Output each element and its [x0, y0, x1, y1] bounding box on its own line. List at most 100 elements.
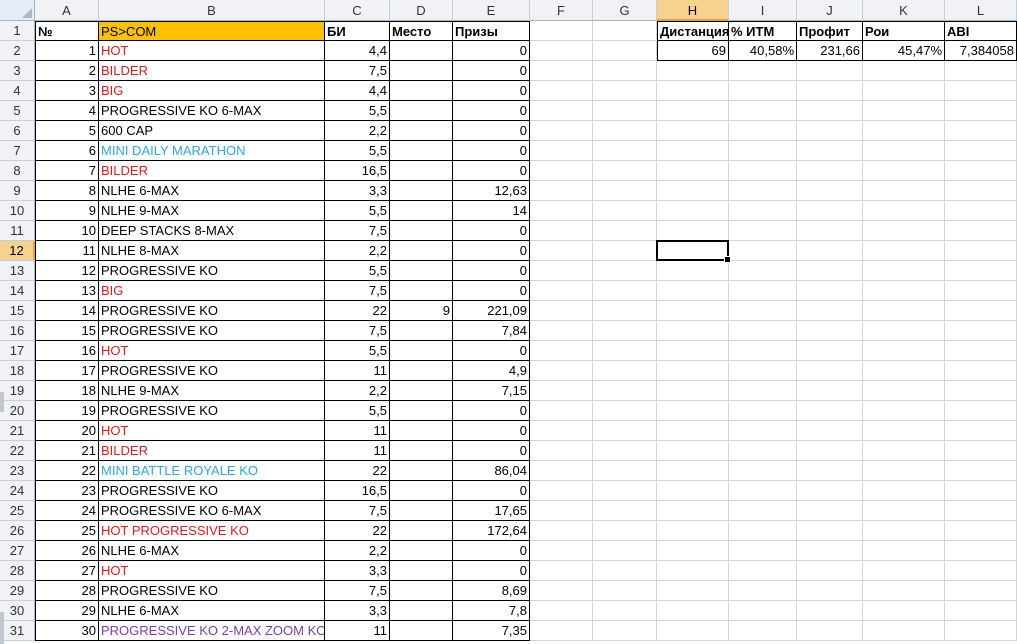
- cell-place[interactable]: [390, 281, 453, 301]
- cell-g23[interactable]: [593, 461, 657, 481]
- cell-h5[interactable]: [657, 101, 729, 121]
- cell-i12[interactable]: [729, 241, 797, 261]
- cell-f25[interactable]: [530, 501, 593, 521]
- cell-k29[interactable]: [863, 581, 945, 601]
- cell-tournament-name[interactable]: HOT: [99, 421, 325, 441]
- cell-place[interactable]: [390, 141, 453, 161]
- cell-k24[interactable]: [863, 481, 945, 501]
- cell-h6[interactable]: [657, 121, 729, 141]
- cell-f17[interactable]: [530, 341, 593, 361]
- row-header-8[interactable]: 8: [0, 161, 35, 181]
- cell-i30[interactable]: [729, 601, 797, 621]
- cell-number[interactable]: 7: [35, 161, 99, 181]
- cell-l28[interactable]: [945, 561, 1017, 581]
- cell-j19[interactable]: [797, 381, 863, 401]
- cell-place[interactable]: [390, 321, 453, 341]
- cell-f27[interactable]: [530, 541, 593, 561]
- cell-l20[interactable]: [945, 401, 1017, 421]
- cell-l17[interactable]: [945, 341, 1017, 361]
- cell-tournament-name[interactable]: NLHE 6-MAX: [99, 601, 325, 621]
- cell-g3[interactable]: [593, 61, 657, 81]
- cell-h9[interactable]: [657, 181, 729, 201]
- row-header-19[interactable]: 19: [0, 381, 35, 401]
- stat-label[interactable]: Рои: [863, 21, 945, 41]
- cell-j28[interactable]: [797, 561, 863, 581]
- cell-tournament-name[interactable]: NLHE 9-MAX: [99, 201, 325, 221]
- cell-f15[interactable]: [530, 301, 593, 321]
- cell-i4[interactable]: [729, 81, 797, 101]
- cell-tournament-name[interactable]: PROGRESSIVE KO 6-MAX: [99, 501, 325, 521]
- cell-buyin[interactable]: 2,2: [325, 121, 390, 141]
- cell-k15[interactable]: [863, 301, 945, 321]
- row-header-6[interactable]: 6: [0, 121, 35, 141]
- cell-h25[interactable]: [657, 501, 729, 521]
- cell-tournament-name[interactable]: NLHE 8-MAX: [99, 241, 325, 261]
- cell-j29[interactable]: [797, 581, 863, 601]
- cell-buyin[interactable]: 22: [325, 461, 390, 481]
- cell-j11[interactable]: [797, 221, 863, 241]
- select-all-corner[interactable]: [0, 0, 35, 21]
- row-header-22[interactable]: 22: [0, 441, 35, 461]
- cell-l22[interactable]: [945, 441, 1017, 461]
- cell-buyin[interactable]: 5,5: [325, 341, 390, 361]
- cell-g5[interactable]: [593, 101, 657, 121]
- cell-number[interactable]: 19: [35, 401, 99, 421]
- cell-place[interactable]: [390, 121, 453, 141]
- row-header-13[interactable]: 13: [0, 261, 35, 281]
- cell-number[interactable]: 3: [35, 81, 99, 101]
- cell-j31[interactable]: [797, 621, 863, 641]
- active-cell-selection[interactable]: [656, 240, 731, 263]
- spreadsheet-grid[interactable]: ABCDEFGHIJKL 1 2 3 4 5 6 7 8 9 10 11 12 13 14 15 16 17 18…: [0, 0, 1017, 644]
- cell-i18[interactable]: [729, 361, 797, 381]
- cell-place[interactable]: [390, 521, 453, 541]
- row-header-21[interactable]: 21: [0, 421, 35, 441]
- stat-value[interactable]: 7,384058: [945, 41, 1017, 61]
- cell-g9[interactable]: [593, 181, 657, 201]
- cell-l16[interactable]: [945, 321, 1017, 341]
- cell-i17[interactable]: [729, 341, 797, 361]
- cell-h23[interactable]: [657, 461, 729, 481]
- cell-f13[interactable]: [530, 261, 593, 281]
- cell-place[interactable]: [390, 421, 453, 441]
- cell-h11[interactable]: [657, 221, 729, 241]
- row-header-2[interactable]: 2: [0, 41, 35, 61]
- cell-number[interactable]: 23: [35, 481, 99, 501]
- cell-buyin[interactable]: 2,2: [325, 541, 390, 561]
- cell-j26[interactable]: [797, 521, 863, 541]
- cell-l25[interactable]: [945, 501, 1017, 521]
- cell-l13[interactable]: [945, 261, 1017, 281]
- cell-f19[interactable]: [530, 381, 593, 401]
- cell-j18[interactable]: [797, 361, 863, 381]
- cell-i27[interactable]: [729, 541, 797, 561]
- header-prizes[interactable]: Призы: [453, 21, 530, 41]
- cell-i7[interactable]: [729, 141, 797, 161]
- cell-h24[interactable]: [657, 481, 729, 501]
- cell-l4[interactable]: [945, 81, 1017, 101]
- row-header-4[interactable]: 4: [0, 81, 35, 101]
- cell-tournament-name[interactable]: PROGRESSIVE KO 6-MAX: [99, 101, 325, 121]
- cell-l6[interactable]: [945, 121, 1017, 141]
- cell-place[interactable]: [390, 41, 453, 61]
- cell-k20[interactable]: [863, 401, 945, 421]
- cell-tournament-name[interactable]: BIG: [99, 281, 325, 301]
- cell-place[interactable]: [390, 401, 453, 421]
- cell-f14[interactable]: [530, 281, 593, 301]
- cell-buyin[interactable]: 4,4: [325, 81, 390, 101]
- cell-buyin[interactable]: 7,5: [325, 61, 390, 81]
- cell-number[interactable]: 10: [35, 221, 99, 241]
- cell-j14[interactable]: [797, 281, 863, 301]
- cell-g11[interactable]: [593, 221, 657, 241]
- cell-h16[interactable]: [657, 321, 729, 341]
- cell-j20[interactable]: [797, 401, 863, 421]
- cell-j9[interactable]: [797, 181, 863, 201]
- cell-j3[interactable]: [797, 61, 863, 81]
- cell-number[interactable]: 21: [35, 441, 99, 461]
- cell-number[interactable]: 1: [35, 41, 99, 61]
- cell-prize[interactable]: 172,64: [453, 521, 530, 541]
- cell-tournament-name[interactable]: 600 CAP: [99, 121, 325, 141]
- cell-g8[interactable]: [593, 161, 657, 181]
- cell-k12[interactable]: [863, 241, 945, 261]
- column-header-i[interactable]: I: [729, 0, 797, 21]
- cell-f9[interactable]: [530, 181, 593, 201]
- cell-tournament-name[interactable]: NLHE 6-MAX: [99, 181, 325, 201]
